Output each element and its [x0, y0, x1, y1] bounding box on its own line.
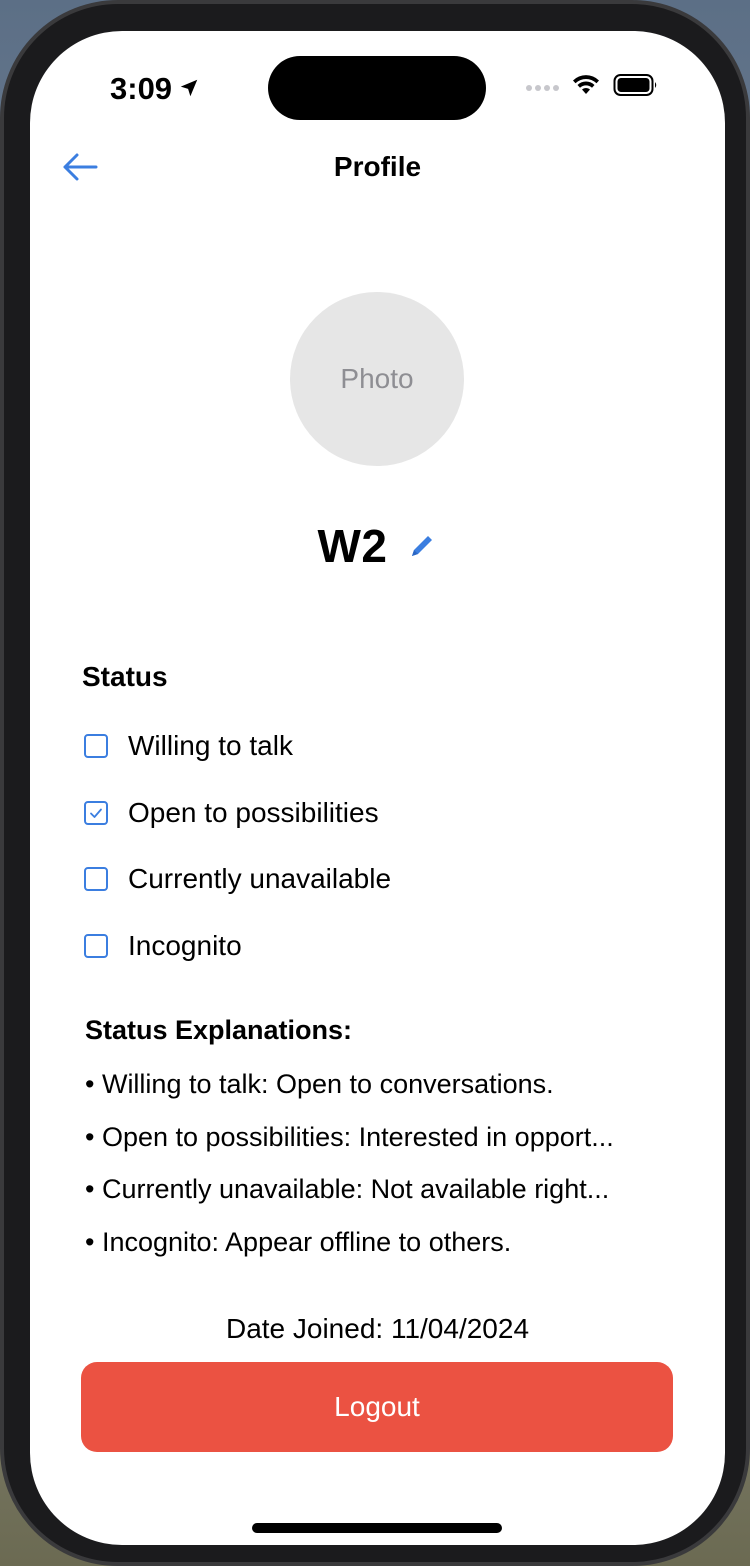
explanation-item: • Currently unavailable: Not available r…: [85, 1174, 610, 1204]
photo-placeholder-text: Photo: [340, 363, 414, 394]
home-indicator[interactable]: [252, 1523, 502, 1533]
checkmark-icon: [90, 808, 102, 818]
explanation-item: • Willing to talk: Open to conversations…: [85, 1069, 554, 1099]
option-label: Open to possibilities: [128, 796, 379, 828]
profile-name: W2: [317, 520, 388, 572]
checkbox-checked[interactable]: [84, 800, 108, 825]
clock-text: 3:09: [110, 71, 173, 106]
status-option-willing-to-talk[interactable]: Willing to talk: [82, 713, 682, 780]
status-explanations-heading: Status Explanations:: [85, 1015, 353, 1045]
cellular-signal-icon: [526, 84, 559, 91]
pencil-icon[interactable]: [406, 530, 438, 562]
option-label: Willing to talk: [128, 730, 293, 762]
checkbox[interactable]: [84, 867, 108, 892]
wifi-icon: [571, 74, 601, 101]
date-joined: Date Joined: 11/04/2024: [225, 1313, 530, 1344]
option-label: Incognito: [128, 929, 242, 961]
explanation-item: • Incognito: Appear offline to others.: [85, 1226, 512, 1257]
explanation-item: • Open to possibilities: Interested in o…: [85, 1121, 614, 1152]
status-option-open-to-possibilities[interactable]: Open to possibilities: [82, 780, 682, 847]
option-label: Currently unavailable: [128, 863, 392, 895]
checkbox[interactable]: [84, 933, 108, 958]
status-options: Willing to talk Open to possibilities Cu…: [82, 713, 682, 979]
location-arrow-icon: [178, 71, 200, 107]
status-heading: Status: [82, 661, 168, 692]
page-title: Profile: [333, 151, 422, 182]
battery-icon: [613, 73, 659, 102]
profile-photo[interactable]: Photo: [290, 292, 464, 466]
status-option-incognito[interactable]: Incognito: [82, 913, 682, 980]
checkbox[interactable]: [84, 734, 108, 759]
name-row: W2: [30, 519, 725, 573]
status-option-currently-unavailable[interactable]: Currently unavailable: [82, 846, 682, 913]
status-explanations-list: • Willing to talk: Open to conversations…: [85, 1063, 685, 1273]
logout-button[interactable]: Logout: [81, 1362, 673, 1452]
dynamic-island: [268, 56, 486, 120]
status-bar-time: 3:09: [110, 71, 200, 107]
app-screen: 3:09 Profile Photo W2 Status Willing to …: [30, 31, 725, 1545]
status-bar-indicators: [526, 73, 659, 102]
phone-frame: 3:09 Profile Photo W2 Status Willing to …: [0, 0, 750, 1566]
